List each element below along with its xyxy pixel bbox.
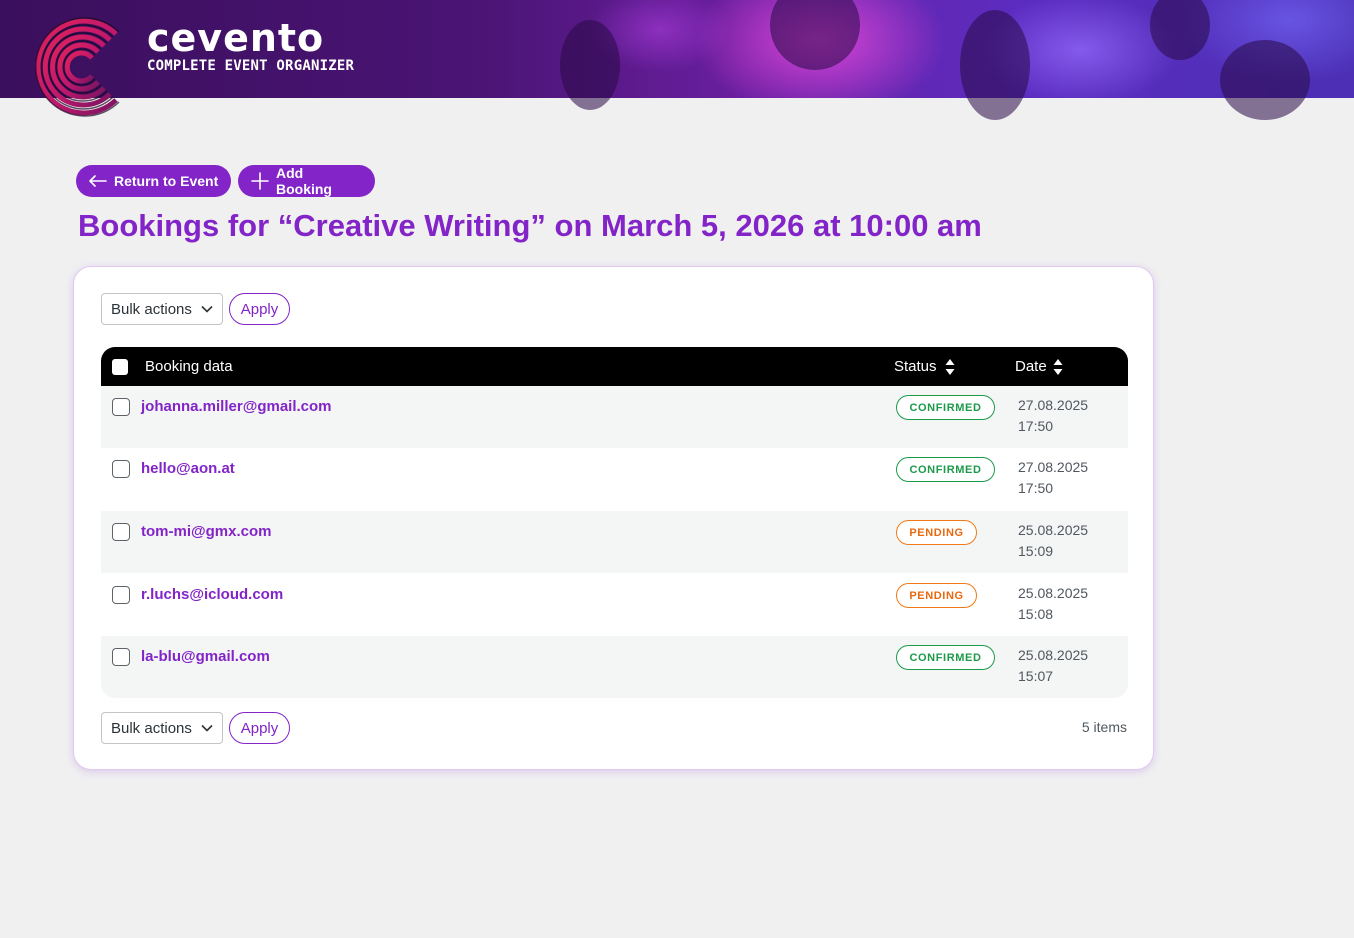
status-badge: PENDING	[896, 583, 977, 608]
bulk-actions-label: Bulk actions	[111, 300, 192, 318]
booking-date-day: 27.08.2025	[1018, 397, 1089, 413]
return-to-event-label: Return to Event	[114, 173, 219, 189]
status-badge: CONFIRMED	[896, 395, 995, 420]
booking-date: 25.08.2025 15:08	[1018, 583, 1088, 625]
brand-name: cevento	[147, 16, 325, 60]
crowd-silhouette	[560, 20, 620, 110]
bulk-actions-select-top[interactable]: Bulk actions	[101, 293, 223, 325]
booking-email-link[interactable]: johanna.miller@gmail.com	[141, 398, 332, 415]
crowd-silhouette	[1220, 40, 1310, 120]
select-all-checkbox[interactable]	[112, 359, 128, 375]
table-row: hello@aon.at CONFIRMED 27.08.2025 17:50	[101, 448, 1128, 510]
booking-date-day: 25.08.2025	[1018, 585, 1089, 601]
row-checkbox[interactable]	[112, 398, 130, 416]
table-row: tom-mi@gmx.com PENDING 25.08.2025 15:09	[101, 511, 1128, 573]
booking-email-link[interactable]: la-blu@gmail.com	[141, 648, 270, 665]
row-checkbox[interactable]	[112, 523, 130, 541]
crowd-silhouette	[770, 0, 860, 70]
table-row: la-blu@gmail.com CONFIRMED 25.08.2025 15…	[101, 636, 1128, 698]
page-title: Bookings for “Creative Writing” on March…	[78, 208, 982, 243]
arrow-left-icon	[89, 175, 107, 187]
booking-date: 27.08.2025 17:50	[1018, 395, 1088, 437]
booking-date-time: 17:50	[1018, 418, 1054, 434]
table-row: r.luchs@icloud.com PENDING 25.08.2025 15…	[101, 574, 1128, 636]
booking-email-link[interactable]: hello@aon.at	[141, 460, 235, 477]
booking-date-time: 15:08	[1018, 606, 1054, 622]
booking-email-link[interactable]: tom-mi@gmx.com	[141, 523, 271, 540]
booking-date-time: 17:50	[1018, 480, 1054, 496]
add-booking-label: Add Booking	[275, 165, 332, 197]
column-header-booking-data[interactable]: Booking data	[145, 358, 233, 376]
status-badge: PENDING	[896, 520, 977, 545]
bulk-actions-label: Bulk actions	[111, 719, 192, 737]
booking-email-link[interactable]: r.luchs@icloud.com	[141, 586, 283, 603]
column-header-status[interactable]: Status	[894, 358, 937, 376]
cevento-logo-icon[interactable]	[24, 8, 136, 126]
brand-tagline: COMPLETE EVENT ORGANIZER	[147, 58, 355, 74]
booking-date-day: 25.08.2025	[1018, 647, 1089, 663]
bulk-actions-select-bottom[interactable]: Bulk actions	[101, 712, 223, 744]
row-checkbox[interactable]	[112, 586, 130, 604]
status-badge: CONFIRMED	[896, 645, 995, 670]
plus-icon	[251, 172, 269, 190]
items-count: 5 items	[1081, 719, 1127, 735]
row-checkbox[interactable]	[112, 460, 130, 478]
column-header-date[interactable]: Date	[1015, 358, 1047, 376]
add-booking-button[interactable]: Add Booking	[238, 165, 375, 197]
table-header: Booking data Status Date	[101, 347, 1128, 386]
table-row: johanna.miller@gmail.com CONFIRMED 27.08…	[101, 386, 1128, 448]
crowd-silhouette	[960, 10, 1030, 120]
chevron-down-icon	[201, 724, 213, 732]
crowd-silhouette	[1150, 0, 1210, 60]
row-checkbox[interactable]	[112, 648, 130, 666]
sort-icon[interactable]	[1052, 358, 1064, 376]
apply-button-top[interactable]: Apply	[229, 293, 290, 325]
chevron-down-icon	[201, 305, 213, 313]
booking-date: 25.08.2025 15:07	[1018, 645, 1088, 687]
return-to-event-button[interactable]: Return to Event	[76, 165, 231, 197]
sort-icon[interactable]	[944, 358, 956, 376]
apply-button-bottom[interactable]: Apply	[229, 712, 290, 744]
status-badge: CONFIRMED	[896, 457, 995, 482]
booking-date-time: 15:09	[1018, 543, 1054, 559]
bookings-card: Bulk actions Apply Booking data Status D…	[73, 266, 1154, 770]
booking-date-time: 15:07	[1018, 668, 1054, 684]
booking-date: 25.08.2025 15:09	[1018, 520, 1088, 562]
booking-date-day: 27.08.2025	[1018, 459, 1089, 475]
booking-date: 27.08.2025 17:50	[1018, 457, 1088, 499]
booking-date-day: 25.08.2025	[1018, 522, 1089, 538]
